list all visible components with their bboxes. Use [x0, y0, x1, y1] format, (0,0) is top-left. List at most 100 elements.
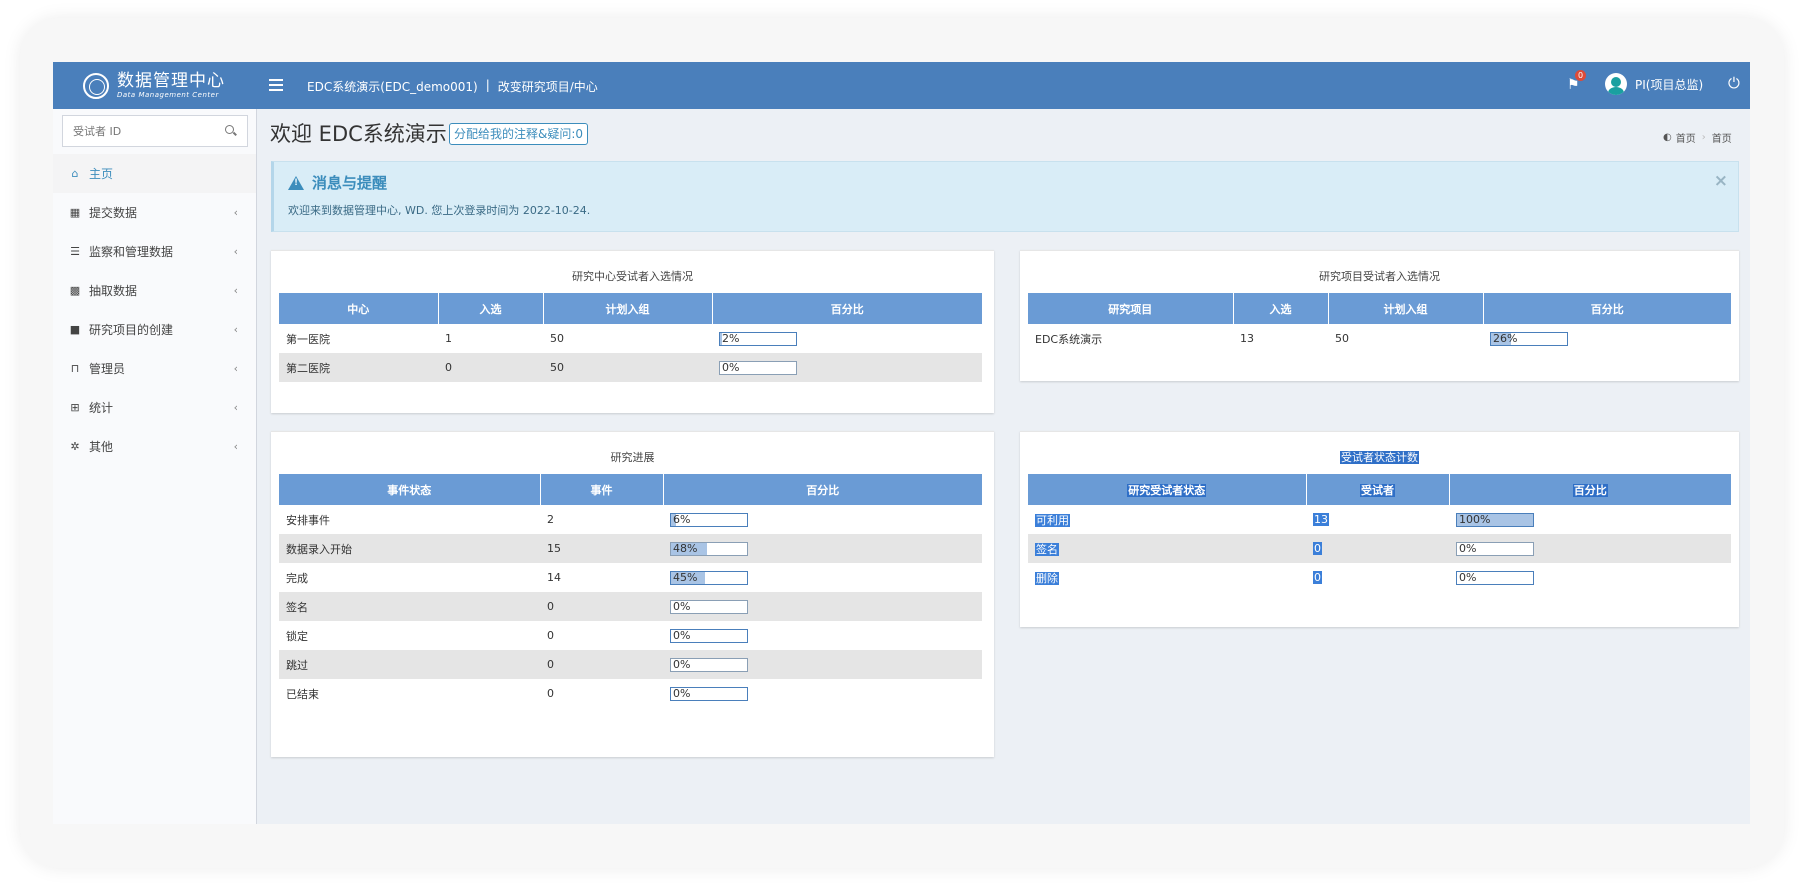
- progress-bar: 0%: [670, 686, 748, 701]
- logo-title: 数据管理中心: [117, 70, 225, 91]
- column-header: 百分比: [712, 293, 982, 324]
- table-row: EDC系统演示 13 50 26%: [1028, 324, 1731, 353]
- table-row: 签名 0 0%: [279, 592, 982, 621]
- sidebar-item-monitor-data[interactable]: ☰ 监察和管理数据 ‹: [53, 232, 256, 271]
- chevron-left-icon: ‹: [233, 284, 238, 297]
- table-row: 已结束 0 0%: [279, 679, 982, 708]
- progress-label: 45%: [673, 570, 698, 584]
- box-title: 研究进展: [610, 451, 655, 464]
- sidebar-item-other[interactable]: ✲ 其他 ‹: [53, 427, 256, 466]
- cell: 50: [550, 332, 564, 345]
- logo[interactable]: 数据管理中心 Data Management Center: [53, 62, 257, 109]
- progress-label: 100%: [1459, 512, 1491, 526]
- progress-label: 6%: [673, 512, 691, 526]
- progress-bar: 0%: [670, 657, 748, 672]
- column-header: 中心: [279, 293, 439, 324]
- sidebar-item-extract-data[interactable]: ▩ 抽取数据 ‹: [53, 271, 256, 310]
- progress-bar: 45%: [670, 570, 748, 585]
- cell: 安排事件: [286, 513, 330, 527]
- cell: 13: [1240, 332, 1254, 345]
- logo-icon: [83, 72, 109, 99]
- cell: 第二医院: [279, 353, 438, 382]
- cell: 0: [1306, 534, 1449, 563]
- search-input[interactable]: [73, 124, 225, 138]
- table-row: 锁定 0 0%: [279, 621, 982, 650]
- table-row: 可利用 13 100%: [1028, 505, 1731, 534]
- subject-status-table: 研究受试者状态 受试者 百分比 可利用 13 100% 签名 0 0% 删除 0…: [1028, 474, 1731, 592]
- notifications-button[interactable]: ⚑ 0: [1567, 70, 1589, 96]
- sidebar-item-label: 抽取数据: [89, 284, 138, 298]
- table-row: 安排事件 2 6%: [279, 505, 982, 534]
- notification-badge: 0: [1575, 70, 1587, 81]
- sidebar-item-label: 其他: [89, 440, 114, 454]
- progress-bar: 0%: [719, 360, 797, 375]
- table-row: 完成 14 45%: [279, 563, 982, 592]
- column-header: 入选: [1233, 293, 1329, 324]
- search-icon[interactable]: [225, 125, 237, 137]
- cell: 数据录入开始: [279, 534, 540, 563]
- chevron-left-icon: ‹: [233, 440, 238, 453]
- cell: 13: [1313, 513, 1329, 526]
- change-study-link[interactable]: 改变研究项目/中心: [498, 78, 598, 95]
- column-header: 受试者: [1306, 474, 1450, 505]
- table-row: 跳过 0 0%: [279, 650, 982, 679]
- progress-bar: 0%: [670, 599, 748, 614]
- breadcrumb-current: 首页: [1711, 134, 1732, 145]
- cell: 0: [438, 353, 543, 382]
- progress-bar: 2%: [719, 331, 797, 346]
- assigned-notes-button[interactable]: 分配给我的注释&疑问:0: [449, 123, 589, 145]
- cell: 50: [543, 353, 712, 382]
- study-name: EDC系统演示(EDC_demo001): [307, 80, 478, 94]
- user-menu[interactable]: PI(项目总监): [1605, 73, 1703, 95]
- cell: 签名: [1028, 534, 1306, 563]
- study-separator: |: [485, 78, 490, 92]
- cell: EDC系统演示: [1035, 332, 1103, 346]
- table-row: 第一医院 1 50 2%: [279, 324, 982, 353]
- cell: 0: [547, 629, 554, 642]
- th-icon: ▩: [69, 284, 81, 297]
- cell: 跳过: [279, 650, 540, 679]
- cell: 删除: [1035, 571, 1059, 585]
- study-progress-table: 事件状态 事件 百分比 安排事件 2 6% 数据录入开始 15 48% 完成 1…: [279, 474, 982, 708]
- chevron-left-icon: ‹: [233, 323, 238, 336]
- sidebar-item-study-build[interactable]: ■ 研究项目的创建 ‹: [53, 310, 256, 349]
- breadcrumb-home[interactable]: 首页: [1676, 130, 1696, 145]
- study-info: EDC系统演示(EDC_demo001) | 改变研究项目/中心: [307, 78, 598, 95]
- progress-bar: 0%: [670, 628, 748, 643]
- cell: 0: [540, 650, 663, 679]
- cell: 可利用: [1035, 513, 1070, 527]
- sidebar-item-admin[interactable]: ⊓ 管理员 ‹: [53, 349, 256, 388]
- site-enrollment-table: 中心 入选 计划入组 百分比 第一医院 1 50 2% 第二医院 0 50 0%: [279, 293, 982, 382]
- user-name: PI(项目总监): [1635, 77, 1704, 92]
- list-icon: ☰: [70, 245, 80, 258]
- alert-title: 消息与提醒: [288, 172, 387, 193]
- menu-toggle-icon[interactable]: [269, 76, 283, 94]
- page-title: 欢迎 EDC系统演示: [270, 122, 447, 146]
- box-title: 研究中心受试者入选情况: [572, 270, 693, 283]
- warning-icon: [288, 175, 304, 190]
- sidebar-item-statistics[interactable]: ⊞ 统计 ‹: [53, 388, 256, 427]
- cell: 锁定: [286, 629, 308, 643]
- alert-title-text: 消息与提醒: [312, 174, 388, 192]
- unlock-icon: ⊓: [70, 362, 80, 375]
- table-row: 第二医院 0 50 0%: [279, 353, 982, 382]
- cell: 0: [1313, 571, 1322, 584]
- sidebar-item-home[interactable]: ⌂ 主页: [53, 154, 256, 193]
- message-alert: 消息与提醒 欢迎来到数据管理中心, WD. 您上次登录时间为 2022-10-2…: [271, 161, 1739, 232]
- progress-bar: 6%: [670, 512, 748, 527]
- column-header: 研究受试者状态: [1028, 474, 1307, 505]
- logout-icon[interactable]: ⏻: [1728, 74, 1740, 92]
- cell: 2: [547, 513, 554, 526]
- column-header: 事件状态: [279, 474, 541, 505]
- chevron-left-icon: ‹: [233, 362, 238, 375]
- sidebar-menu: ⌂ 主页 ▦ 提交数据 ‹ ☰ 监察和管理数据 ‹ ▩ 抽取数据 ‹ ■ 研究项…: [53, 154, 256, 466]
- logo-subtitle: Data Management Center: [117, 90, 219, 99]
- gear-icon: ✲: [70, 440, 80, 453]
- table-row: 删除 0 0%: [1028, 563, 1731, 592]
- cell: 1: [445, 332, 452, 345]
- close-icon[interactable]: ×: [1714, 171, 1728, 191]
- study-progress-box: 研究进展 事件状态 事件 百分比 安排事件 2 6% 数据录入开始 15 48%…: [271, 431, 994, 757]
- sidebar-item-submit-data[interactable]: ▦ 提交数据 ‹: [53, 193, 256, 232]
- study-enrollment-box: 研究项目受试者入选情况 研究项目 入选 计划入组 百分比 EDC系统演示 13 …: [1020, 250, 1739, 381]
- progress-bar: 0%: [1456, 570, 1534, 585]
